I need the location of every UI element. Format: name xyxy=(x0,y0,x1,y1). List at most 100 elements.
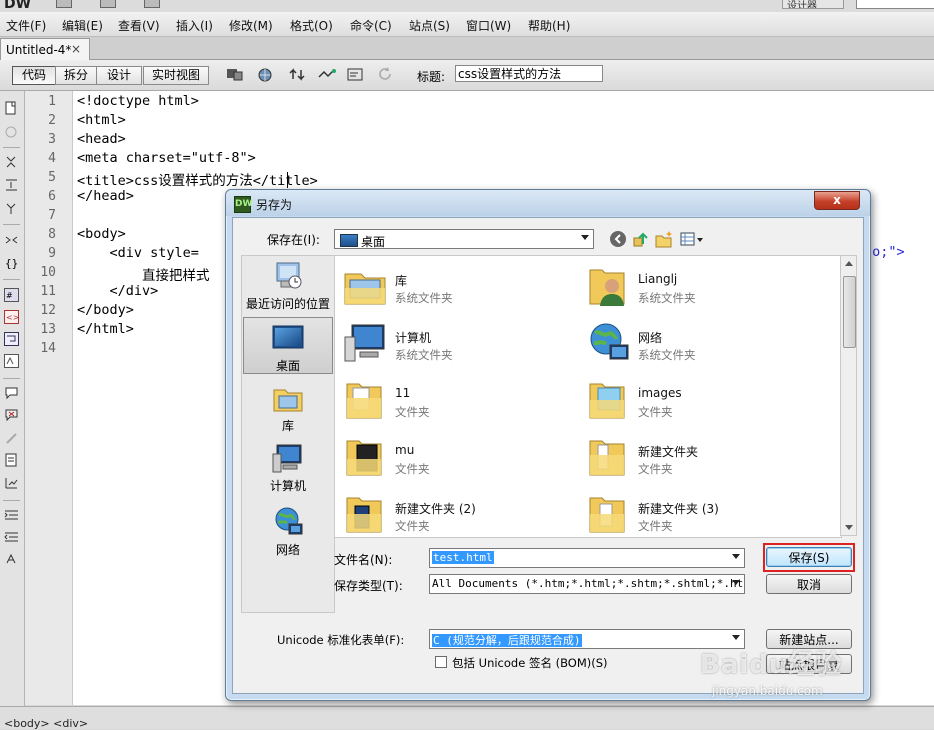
file-item[interactable]: Lianglj 系统文件夹 xyxy=(580,260,820,312)
line-number: 14 xyxy=(40,341,56,356)
save-in-dropdown[interactable]: 桌面 xyxy=(334,229,594,249)
place-computer[interactable]: 计算机 xyxy=(243,442,333,498)
chevron-down-icon[interactable] xyxy=(732,554,740,559)
svg-text:<>: <> xyxy=(6,313,19,322)
up-folder-icon[interactable] xyxy=(632,230,650,248)
collapse-tag-icon[interactable] xyxy=(4,155,19,169)
indent-code-icon[interactable] xyxy=(4,508,19,522)
recent-snippets-icon[interactable] xyxy=(4,453,19,467)
refresh-icon[interactable] xyxy=(377,67,395,82)
code-line: <meta charset="utf-8"> xyxy=(77,150,256,166)
close-icon[interactable]: × xyxy=(71,42,81,56)
dialog-title-bar[interactable]: DW 另存为 x xyxy=(226,190,870,216)
word-wrap-icon[interactable] xyxy=(4,332,19,346)
file-item[interactable]: 新建文件夹 文件夹 xyxy=(580,431,820,483)
outdent-code-icon[interactable] xyxy=(4,530,19,544)
scroll-down-icon[interactable] xyxy=(845,525,853,530)
menu-commands[interactable]: 命令(C) xyxy=(350,17,392,34)
code-view-button[interactable]: 代码 xyxy=(12,66,56,85)
file-type: 系统文件夹 xyxy=(638,291,696,305)
debug-icon[interactable] xyxy=(318,67,336,82)
menu-help[interactable]: 帮助(H) xyxy=(528,17,570,34)
scroll-up-icon[interactable] xyxy=(845,261,853,266)
menu-window[interactable]: 窗口(W) xyxy=(466,17,511,34)
computer-icon xyxy=(271,442,305,474)
file-list-scrollbar[interactable] xyxy=(840,255,857,536)
menu-edit[interactable]: 编辑(E) xyxy=(62,17,103,34)
line-number-gutter: 1 2 3 4 5 6 7 8 9 10 11 12 13 14 xyxy=(25,91,73,705)
cancel-button[interactable]: 取消 xyxy=(766,574,852,594)
document-tab[interactable]: Untitled-4* × xyxy=(0,38,90,60)
unicode-form-dropdown[interactable]: C (规范分解，后跟规范合成) xyxy=(429,629,745,649)
file-item[interactable]: 新建文件夹 (3) 文件夹 xyxy=(580,488,820,537)
format-source-icon[interactable] xyxy=(4,552,19,566)
expand-all-icon[interactable] xyxy=(4,201,19,215)
site-icon[interactable] xyxy=(144,0,160,8)
multiscreen-icon[interactable] xyxy=(226,67,244,82)
line-number: 13 xyxy=(40,322,56,337)
line-number: 9 xyxy=(48,246,56,261)
file-item[interactable]: images 文件夹 xyxy=(580,374,820,426)
highlight-invalid-code-icon[interactable]: <> xyxy=(4,310,19,324)
live-view-button[interactable]: 实时视图 xyxy=(143,66,209,85)
chevron-down-icon xyxy=(581,235,589,240)
save-as-dialog: DW 另存为 x 保存在(I): 桌面 最近访问的位置 桌面 库 计算机 网络 … xyxy=(225,189,871,701)
design-view-button[interactable]: 设计 xyxy=(96,66,142,85)
layout-icon[interactable] xyxy=(56,0,72,8)
file-item[interactable]: 新建文件夹 (2) 文件夹 xyxy=(337,488,577,537)
place-library[interactable]: 库 xyxy=(243,382,333,436)
remove-comment-icon[interactable] xyxy=(4,408,19,422)
place-desktop[interactable]: 桌面 xyxy=(243,317,333,374)
menu-insert[interactable]: 插入(I) xyxy=(176,17,213,34)
related-files-icon[interactable] xyxy=(4,125,19,139)
toolbar-divider xyxy=(3,224,20,225)
file-item[interactable]: 计算机 系统文件夹 xyxy=(337,317,577,369)
search-input[interactable] xyxy=(856,0,934,9)
title-input[interactable]: css设置样式的方法 xyxy=(455,65,603,82)
dialog-body: 保存在(I): 桌面 最近访问的位置 桌面 库 计算机 网络 库 系统文件夹 L… xyxy=(232,217,864,694)
view-menu-icon[interactable] xyxy=(680,230,706,248)
line-numbers-icon[interactable]: # xyxy=(4,288,19,302)
collapse-selection-icon[interactable] xyxy=(4,178,19,192)
balance-braces-icon[interactable]: {} xyxy=(4,256,19,270)
place-recent[interactable]: 最近访问的位置 xyxy=(243,260,333,314)
file-type: 文件夹 xyxy=(395,519,430,533)
open-documents-icon[interactable] xyxy=(4,101,19,115)
tag-selector[interactable]: <body> <div> xyxy=(4,717,88,730)
settings-icon[interactable] xyxy=(100,0,116,8)
line-number: 3 xyxy=(48,132,56,147)
move-css-icon[interactable] xyxy=(4,476,19,490)
new-folder-icon[interactable] xyxy=(655,230,673,248)
menu-modify[interactable]: 修改(M) xyxy=(229,17,273,34)
file-name: 11 xyxy=(395,386,411,400)
file-item[interactable]: 网络 系统文件夹 xyxy=(580,317,820,369)
folder-icon xyxy=(586,492,630,536)
menu-file[interactable]: 文件(F) xyxy=(6,17,46,34)
file-item[interactable]: 库 系统文件夹 xyxy=(337,260,577,312)
apply-comment-icon[interactable] xyxy=(4,386,19,400)
menu-format[interactable]: 格式(O) xyxy=(290,17,333,34)
filename-input[interactable]: test.html xyxy=(429,548,745,568)
filetype-dropdown[interactable]: All Documents (*.htm;*.html;*.shtm;*.sht… xyxy=(429,574,745,594)
syntax-error-icon[interactable] xyxy=(4,354,19,368)
file-item[interactable]: 11 文件夹 xyxy=(337,374,577,426)
close-button[interactable]: x xyxy=(814,191,860,210)
browser-preview-icon[interactable] xyxy=(257,67,275,82)
file-management-icon[interactable] xyxy=(289,67,307,82)
scroll-thumb[interactable] xyxy=(843,276,856,348)
network-icon xyxy=(271,506,305,538)
visual-aids-icon[interactable] xyxy=(347,67,365,82)
workspace-switcher[interactable]: 设计器 xyxy=(782,0,844,9)
place-network[interactable]: 网络 xyxy=(243,506,333,562)
file-name: 新建文件夹 xyxy=(638,445,699,459)
wrap-tag-icon[interactable] xyxy=(4,431,19,445)
chevron-down-icon xyxy=(732,635,740,640)
place-label: 桌面 xyxy=(275,359,300,373)
back-icon[interactable] xyxy=(609,230,627,248)
split-view-button[interactable]: 拆分 xyxy=(55,66,97,85)
menu-site[interactable]: 站点(S) xyxy=(409,17,450,34)
menu-view[interactable]: 查看(V) xyxy=(118,17,160,34)
bom-checkbox[interactable] xyxy=(435,656,447,668)
select-parent-tag-icon[interactable] xyxy=(4,233,19,247)
file-item[interactable]: mu 文件夹 xyxy=(337,431,577,483)
